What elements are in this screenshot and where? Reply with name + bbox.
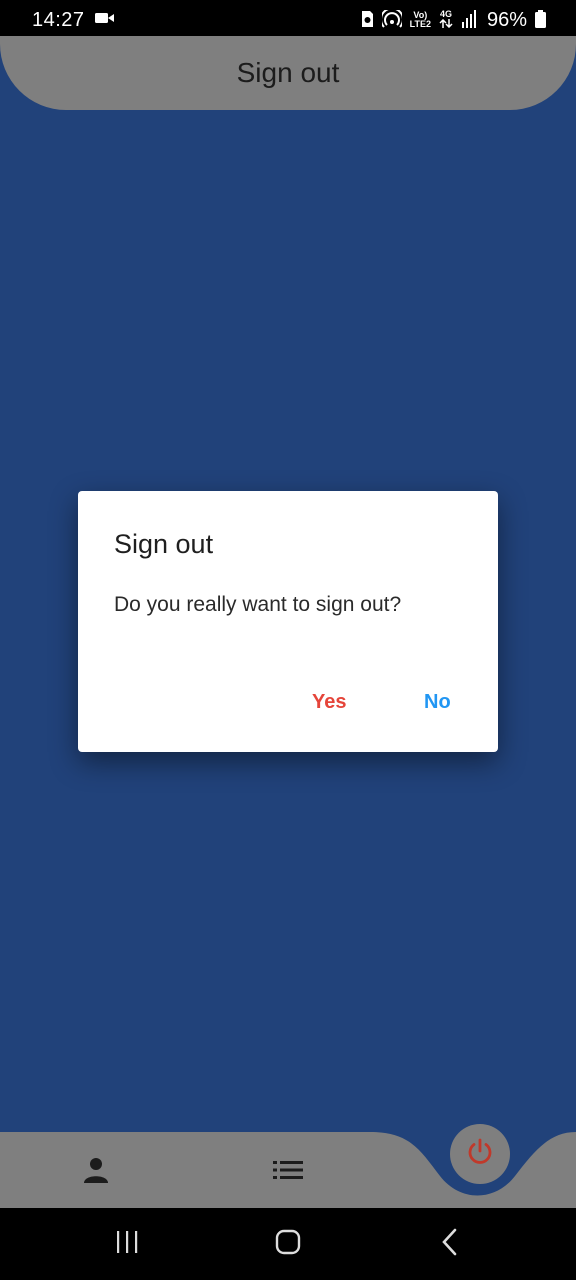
status-bar: 14:27 Vo) LTE2 4G 96% (0, 0, 576, 40)
status-left: 14:27 (32, 9, 115, 32)
yes-button[interactable]: Yes (312, 691, 346, 714)
sim-icon (360, 10, 374, 31)
no-button[interactable]: No (424, 691, 451, 714)
home-button[interactable] (268, 1228, 308, 1260)
dialog-title: Sign out (114, 529, 214, 559)
status-time: 14:27 (32, 8, 85, 31)
status-right: Vo) LTE2 4G 96% (360, 7, 546, 32)
volte-label-bottom: LTE2 (409, 19, 431, 29)
recent-apps-icon (114, 1230, 140, 1259)
network-indicator: 4G (439, 8, 453, 31)
dialog-message: Do you really want to sign out? (114, 593, 402, 616)
list-icon (273, 1159, 303, 1186)
network-label: 4G (439, 8, 452, 19)
system-nav-bar (0, 1208, 576, 1280)
back-icon (440, 1228, 460, 1261)
home-icon (275, 1229, 301, 1260)
page-title: Sign out (236, 57, 340, 88)
power-icon (465, 1137, 495, 1172)
hotspot-icon (379, 7, 404, 31)
nav-list-button[interactable] (268, 1152, 308, 1192)
battery-icon (535, 9, 546, 31)
app-screen: 14:27 Vo) LTE2 4G 96% Sign out Sign out … (0, 0, 576, 1280)
app-header: Sign out (0, 36, 576, 110)
power-button[interactable] (450, 1124, 510, 1184)
recent-apps-button[interactable] (107, 1228, 147, 1260)
battery-percent: 96% (486, 8, 527, 31)
sign-out-dialog: Sign out Do you really want to sign out?… (78, 491, 498, 752)
video-camera-icon (94, 11, 115, 30)
data-arrows-icon (439, 18, 453, 31)
bottom-nav (0, 1124, 576, 1208)
back-button[interactable] (430, 1228, 470, 1260)
volte-indicator: Vo) LTE2 (410, 11, 431, 29)
profile-icon (82, 1156, 110, 1189)
nav-profile-button[interactable] (76, 1152, 116, 1192)
signal-icon (461, 9, 477, 31)
